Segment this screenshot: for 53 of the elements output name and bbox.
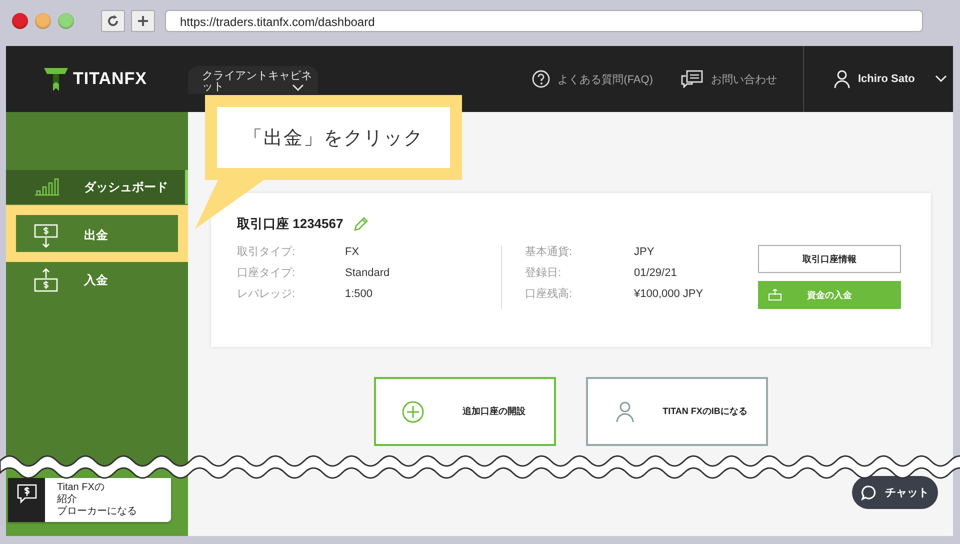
field-label: 口座タイプ: [237, 266, 296, 280]
logo-icon [43, 66, 69, 92]
pencil-icon[interactable] [353, 216, 370, 232]
bar-chart-icon [34, 178, 60, 196]
field-label: 登録日: [525, 266, 562, 280]
money-up-icon [34, 268, 58, 292]
user-icon [616, 400, 634, 422]
header-link[interactable]: お問い合わせ [681, 70, 777, 88]
nav-item[interactable]: ダッシュボード [6, 170, 188, 204]
action-card[interactable]: 追加口座の開設 [374, 377, 556, 446]
reload-button[interactable] [101, 10, 125, 32]
address-bar[interactable]: https://traders.titanfx.com/dashboard [165, 10, 923, 32]
nav-item[interactable]: 出金 [16, 217, 178, 254]
promo-text: 紹介 [57, 494, 78, 506]
minimize-dot[interactable] [35, 13, 51, 29]
plus-circle-icon [402, 400, 424, 422]
logo-text: TITANFX [73, 69, 148, 89]
chat-bubbles-icon [681, 70, 703, 88]
maximize-dot[interactable] [58, 13, 74, 29]
field-value: JPY [634, 245, 654, 259]
user-icon [834, 70, 850, 88]
plus-icon [137, 15, 149, 27]
header-link[interactable]: よくある質問(FAQ) [532, 70, 653, 88]
callout-text: 「出金」をクリック [244, 126, 424, 150]
field-value: FX [345, 245, 360, 259]
field-value: 1:500 [345, 287, 373, 301]
promo-card[interactable]: Titan FXの 紹介 ブローカーになる [8, 478, 171, 522]
field-label: 基本通貨: [525, 245, 574, 259]
close-dot[interactable] [12, 13, 28, 29]
nav-item[interactable]: 入金 [6, 263, 188, 297]
chat-button[interactable]: チャット [852, 476, 938, 509]
new-tab-button[interactable] [131, 10, 155, 32]
account-title: 取引口座 1234567 [237, 215, 344, 233]
user-menu[interactable]: Ichiro Sato [803, 46, 953, 112]
money-down-icon [34, 224, 58, 248]
field-value: ¥100,000 JPY [634, 287, 704, 301]
deposit-icon [768, 289, 782, 301]
account-button[interactable]: 取引口座情報 [758, 245, 901, 273]
action-card[interactable]: TITAN FXのIBになる [586, 377, 768, 446]
field-label: 口座残高: [525, 287, 574, 301]
chevron-down-icon [292, 84, 304, 92]
cabinet-menu[interactable]: クライアントキャビネット [188, 66, 318, 94]
chat-icon [861, 484, 877, 500]
field-value: Standard [345, 266, 390, 280]
field-label: レバレッジ: [237, 287, 296, 301]
help-icon [532, 70, 550, 88]
field-label: 取引タイプ: [237, 245, 296, 259]
promo-text: ブローカーになる [57, 506, 137, 518]
field-value: 01/29/21 [634, 266, 677, 280]
reload-icon [106, 14, 120, 28]
promo-text: Titan FXの [57, 482, 106, 494]
speech-money-icon [16, 484, 36, 504]
chevron-down-icon [934, 75, 947, 83]
